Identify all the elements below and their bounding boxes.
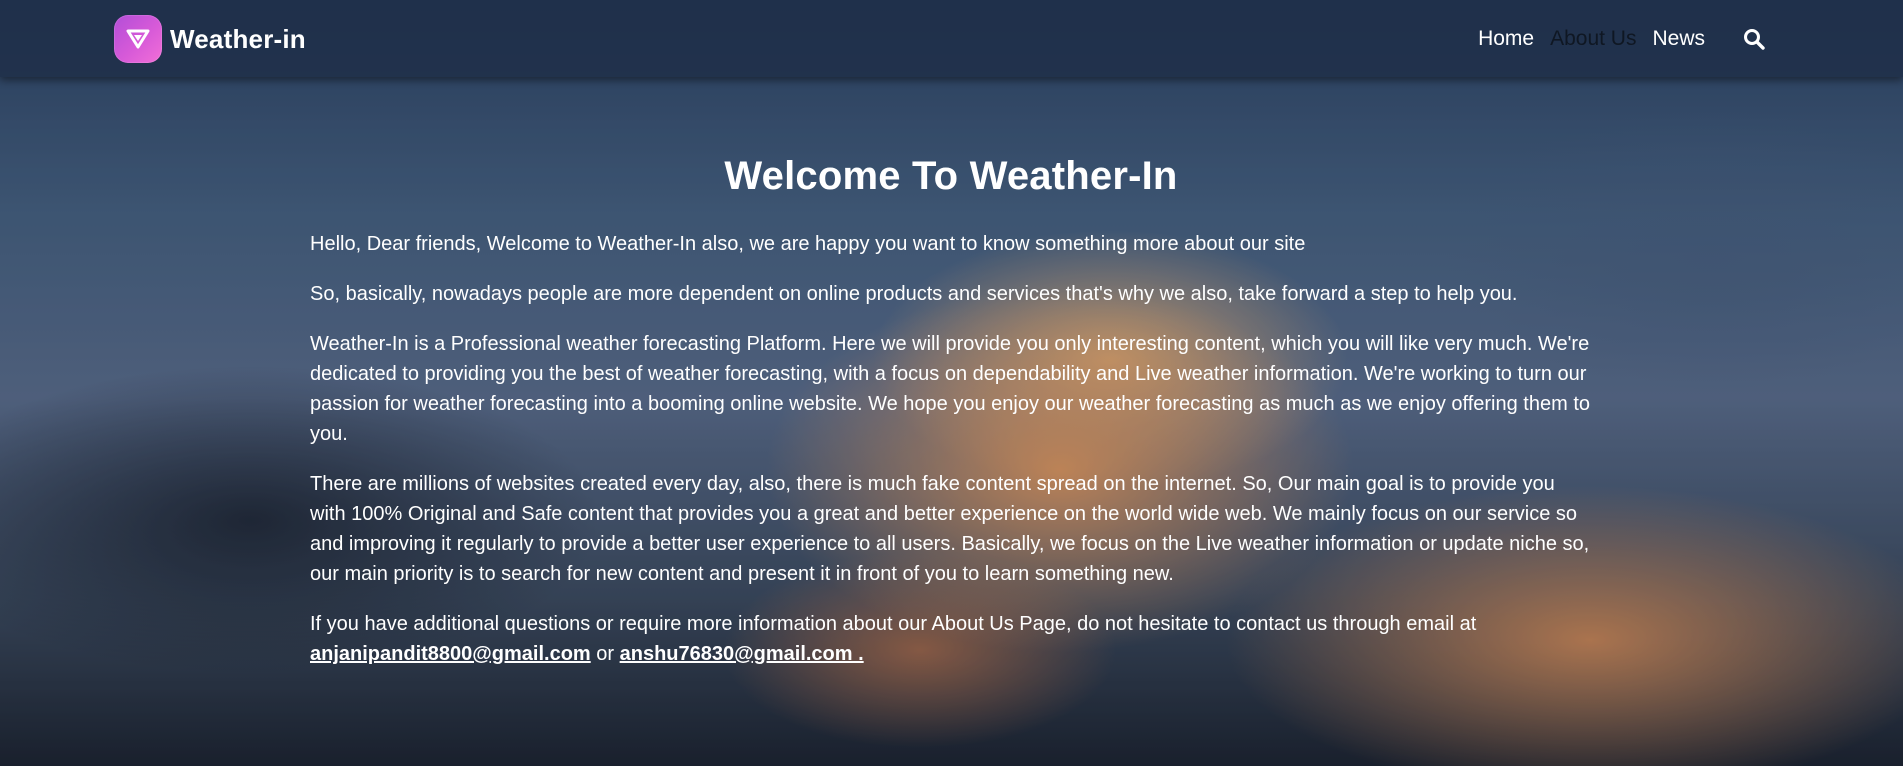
nav-home-link[interactable]: Home — [1478, 22, 1534, 56]
brand-name: Weather-in — [170, 23, 306, 54]
main-nav: Home About Us News — [1478, 22, 1771, 56]
contact-paragraph: If you have additional questions or requ… — [310, 609, 1592, 669]
nav-news-link[interactable]: News — [1652, 22, 1705, 56]
search-button[interactable] — [1737, 22, 1771, 56]
navbar: Weather-in Home About Us News — [0, 0, 1903, 77]
page-title: Welcome To Weather-In — [724, 154, 1178, 198]
contact-separator: or — [596, 643, 615, 665]
intro-paragraph: Hello, Dear friends, Welcome to Weather-… — [310, 233, 1306, 255]
contact-text: If you have additional questions or requ… — [310, 613, 1477, 635]
email-link-primary[interactable]: anjanipandit8800@gmail.com — [310, 643, 591, 665]
about-content: Welcome To Weather-In Hello, Dear friend… — [310, 154, 1592, 689]
dependency-paragraph: So, basically, nowadays people are more … — [310, 283, 1518, 305]
nav-about-link[interactable]: About Us — [1550, 22, 1636, 56]
triangle-logo-icon — [114, 15, 162, 63]
about-page: Weather-in Home About Us News Welcome To… — [0, 0, 1903, 766]
platform-paragraph: Weather-In is a Professional weather for… — [310, 333, 1590, 445]
brand[interactable]: Weather-in — [114, 14, 306, 64]
email-link-secondary[interactable]: anshu76830@gmail.com . — [620, 643, 864, 665]
search-icon — [1744, 29, 1765, 50]
mission-paragraph: There are millions of websites created e… — [310, 473, 1590, 585]
